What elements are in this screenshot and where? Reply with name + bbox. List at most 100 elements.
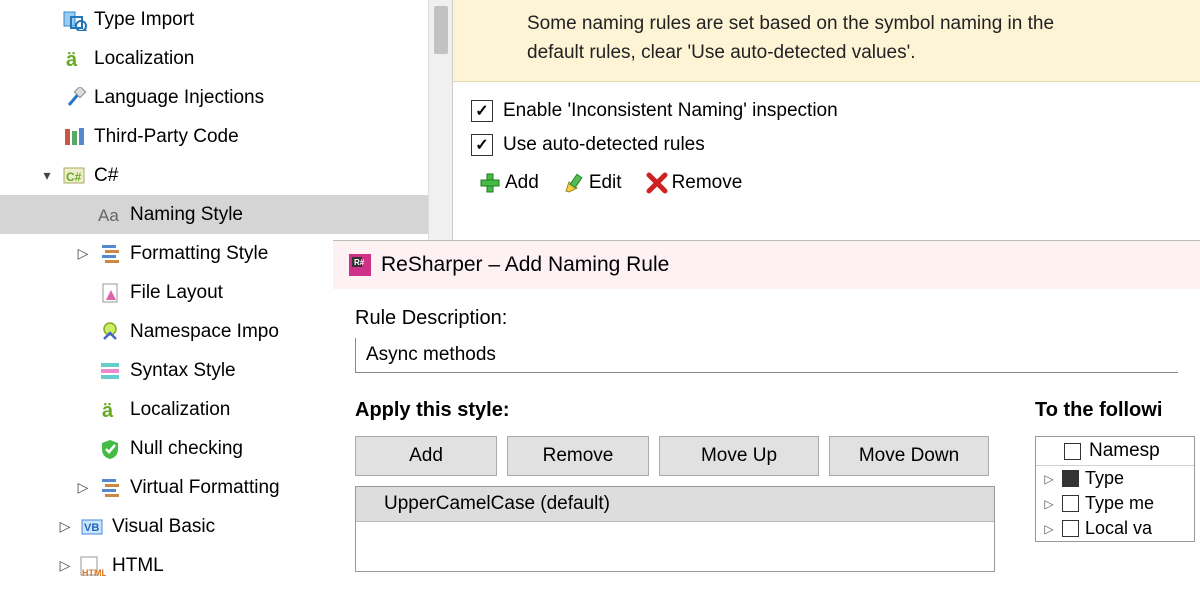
- tree-label: Localization: [94, 48, 194, 70]
- dialog-title-text: ReSharper – Add Naming Rule: [381, 253, 669, 277]
- tree-item-naming-style[interactable]: Aa Naming Style: [0, 195, 452, 234]
- checkbox-label: Use auto-detected rules: [503, 134, 705, 156]
- tree-item-csharp[interactable]: ▾ C# C#: [0, 156, 452, 195]
- localization-icon: ä: [60, 46, 90, 72]
- chevron-right-icon: ▷: [72, 245, 94, 262]
- tree-item-type-import[interactable]: Type Import: [0, 0, 452, 39]
- checkbox-icon: ✓: [471, 134, 493, 156]
- aa-icon: Aa: [96, 202, 126, 228]
- toolbar-label: Add: [505, 172, 539, 194]
- scroll-thumb[interactable]: [434, 6, 448, 54]
- svg-text:HTML: HTML: [82, 568, 106, 577]
- tree-label: Namespace Impo: [130, 321, 279, 343]
- tree-item-localization[interactable]: ä Localization: [0, 39, 452, 78]
- shield-check-icon: [96, 436, 126, 462]
- svg-text:ä: ä: [66, 49, 78, 70]
- edit-rule-button[interactable]: Edit: [563, 172, 622, 194]
- type-import-icon: [60, 7, 90, 33]
- pencil-icon: [563, 172, 585, 194]
- entity-label: Local va: [1085, 518, 1152, 539]
- namespace-icon: [96, 319, 126, 345]
- chevron-down-icon: ▾: [36, 167, 58, 184]
- tree-item-injections[interactable]: Language Injections: [0, 78, 452, 117]
- chevron-right-icon: ▷: [72, 479, 94, 496]
- svg-text:C#: C#: [66, 170, 82, 184]
- chevron-right-icon: ▷: [54, 518, 76, 535]
- checkbox-icon: [1062, 470, 1079, 487]
- vb-icon: VB: [78, 514, 108, 540]
- add-naming-rule-dialog: R# ReSharper – Add Naming Rule Rule Desc…: [333, 240, 1200, 600]
- formatting-icon: [96, 475, 126, 501]
- entity-row-typeme[interactable]: ▷ Type me: [1036, 491, 1194, 516]
- toolbar-label: Edit: [589, 172, 622, 194]
- tree-item-thirdparty[interactable]: Third-Party Code: [0, 117, 452, 156]
- style-add-button[interactable]: Add: [355, 436, 497, 476]
- tree-label: Third-Party Code: [94, 126, 239, 148]
- checkbox-enable-inspection[interactable]: ✓ Enable 'Inconsistent Naming' inspectio…: [453, 94, 1200, 128]
- checkbox-auto-detected[interactable]: ✓ Use auto-detected rules: [453, 128, 1200, 162]
- style-list[interactable]: UpperCamelCase (default): [355, 486, 995, 572]
- style-movedown-button[interactable]: Move Down: [829, 436, 989, 476]
- tree-label: Virtual Formatting: [130, 477, 280, 499]
- plus-icon: [479, 172, 501, 194]
- entity-header[interactable]: Namesp: [1036, 437, 1194, 466]
- tree-label: Language Injections: [94, 87, 264, 109]
- chevron-right-icon: ▷: [54, 557, 76, 574]
- syntax-icon: [96, 358, 126, 384]
- svg-text:R#: R#: [354, 258, 365, 267]
- rule-toolbar: Add Edit Remove: [453, 162, 1200, 204]
- localization-icon: ä: [96, 397, 126, 423]
- chevron-right-icon: ▷: [1042, 497, 1056, 511]
- style-remove-button[interactable]: Remove: [507, 436, 649, 476]
- svg-text:VB: VB: [84, 522, 99, 534]
- dialog-body: Rule Description: Apply this style: Add …: [333, 289, 1200, 590]
- style-list-item[interactable]: UpperCamelCase (default): [356, 487, 994, 522]
- tree-label: Type Import: [94, 9, 194, 31]
- entities-tree[interactable]: Namesp ▷ Type ▷ Type me ▷: [1035, 436, 1195, 542]
- style-moveup-button[interactable]: Move Up: [659, 436, 819, 476]
- tree-label: Syntax Style: [130, 360, 236, 382]
- svg-text:Aa: Aa: [98, 206, 119, 225]
- html-icon: HTML: [78, 553, 108, 579]
- svg-text:ä: ä: [102, 400, 114, 421]
- tree-label: File Layout: [130, 282, 223, 304]
- chevron-right-icon: ▷: [1042, 522, 1056, 536]
- entity-row-localva[interactable]: ▷ Local va: [1036, 516, 1194, 541]
- checkbox-icon: [1062, 495, 1079, 512]
- following-label: To the followi: [1035, 399, 1195, 422]
- remove-rule-button[interactable]: Remove: [646, 172, 743, 194]
- banner-text-1: Some naming rules are set based on the s…: [527, 13, 1054, 34]
- rule-description-label: Rule Description:: [355, 307, 1178, 330]
- tree-label: C#: [94, 165, 118, 187]
- apply-style-label: Apply this style:: [355, 399, 995, 422]
- tree-label: Null checking: [130, 438, 243, 460]
- entity-label: Type me: [1085, 493, 1154, 514]
- tree-label: Visual Basic: [112, 516, 215, 538]
- entity-label: Type: [1085, 468, 1124, 489]
- resharper-icon: R#: [349, 254, 371, 276]
- entity-row-type[interactable]: ▷ Type: [1036, 466, 1194, 491]
- checkbox-icon: ✓: [471, 100, 493, 122]
- x-icon: [646, 172, 668, 194]
- tree-label: Formatting Style: [130, 243, 268, 265]
- dialog-titlebar: R# ReSharper – Add Naming Rule: [333, 241, 1200, 289]
- injection-icon: [60, 85, 90, 111]
- entity-label: Namesp: [1089, 440, 1160, 462]
- banner-text-2: default rules, clear 'Use auto-detected …: [527, 42, 916, 63]
- checkbox-icon: [1062, 520, 1079, 537]
- chevron-right-icon: ▷: [1042, 472, 1056, 486]
- filelayout-icon: [96, 280, 126, 306]
- rule-description-input[interactable]: [355, 338, 1178, 373]
- checkbox-label: Enable 'Inconsistent Naming' inspection: [503, 100, 838, 122]
- apply-style-section: Apply this style: Add Remove Move Up Mov…: [355, 399, 995, 572]
- settings-panel: Some naming rules are set based on the s…: [452, 0, 1200, 240]
- entities-section: To the followi Namesp ▷ Type ▷ Type m: [1035, 399, 1195, 572]
- tree-label: Naming Style: [130, 204, 243, 226]
- formatting-icon: [96, 241, 126, 267]
- tree-label: HTML: [112, 555, 164, 577]
- info-banner: Some naming rules are set based on the s…: [453, 0, 1200, 82]
- thirdparty-icon: [60, 124, 90, 150]
- csharp-icon: C#: [60, 163, 90, 189]
- add-rule-button[interactable]: Add: [479, 172, 539, 194]
- tree-label: Localization: [130, 399, 230, 421]
